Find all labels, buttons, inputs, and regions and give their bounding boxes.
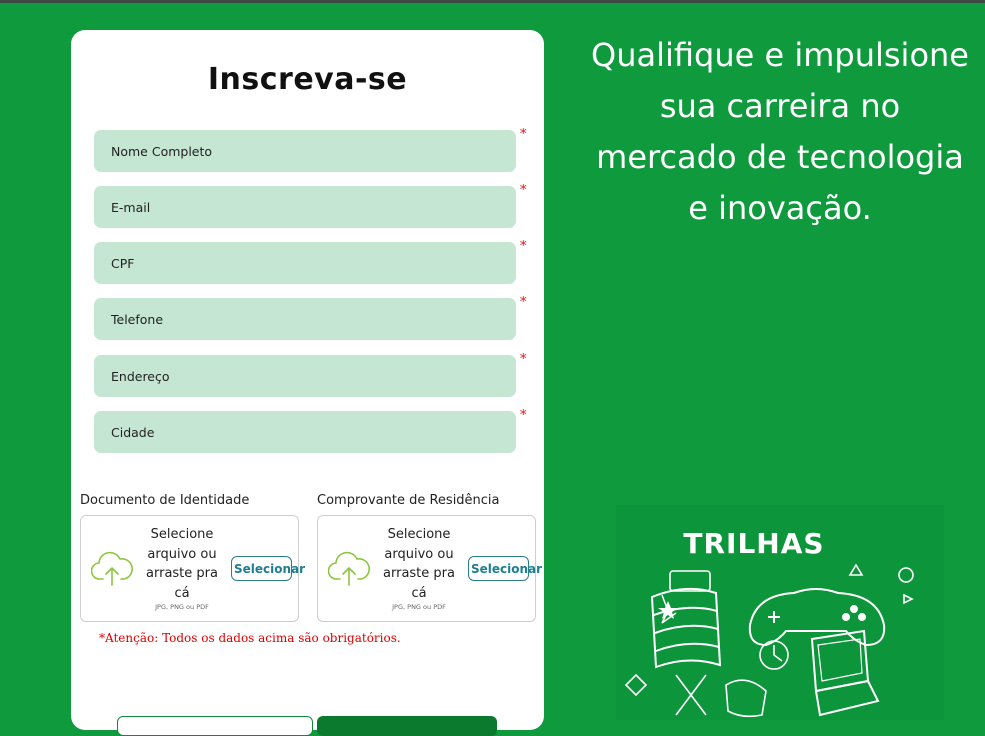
secondary-button[interactable] — [117, 716, 313, 736]
city-field[interactable]: Cidade — [94, 411, 516, 453]
id-document-dropzone[interactable]: Selecione arquivo ou arraste pra cá JPG,… — [80, 515, 305, 622]
file-types-hint: JPG, PNG ou PDF — [392, 603, 446, 611]
required-mark: * — [520, 295, 527, 310]
residence-proof-label: Comprovante de Residência — [317, 493, 500, 508]
full-name-field[interactable]: Nome Completo — [94, 130, 516, 172]
cloud-upload-icon — [91, 551, 133, 586]
piaui-flag-icon — [650, 587, 722, 669]
email-field[interactable]: E-mail — [94, 186, 516, 228]
id-document-label: Documento de Identidade — [80, 493, 250, 508]
submit-button[interactable] — [317, 716, 497, 736]
file-types-hint: JPG, PNG ou PDF — [155, 603, 209, 611]
trilhas-illustration: TRILHAS — [616, 505, 944, 720]
required-mark: * — [520, 408, 527, 423]
address-field[interactable]: Endereço — [94, 355, 516, 397]
required-mark: * — [520, 239, 527, 254]
phone-field[interactable]: Telefone — [94, 298, 516, 340]
hero-headline: Qualifique e impulsione sua carreira no … — [591, 36, 969, 227]
cpf-field[interactable]: CPF — [94, 242, 516, 284]
required-mark: * — [520, 127, 527, 142]
brand-wordmark: TRILHAS — [683, 527, 824, 560]
dropzone-prompt: Selecione arquivo ou arraste pra cá — [383, 527, 455, 601]
window-top-border — [0, 0, 985, 3]
dropzone-prompt: Selecione arquivo ou arraste pra cá — [146, 527, 218, 601]
cloud-upload-icon — [328, 551, 370, 586]
select-file-button[interactable]: Selecionar — [468, 556, 542, 581]
form-title: Inscreva-se — [207, 62, 408, 97]
required-mark: * — [520, 183, 527, 198]
residence-proof-dropzone[interactable]: Selecione arquivo ou arraste pra cá JPG,… — [317, 515, 542, 622]
select-file-button[interactable]: Selecionar — [231, 556, 305, 581]
required-mark: * — [520, 352, 527, 367]
required-fields-warning: *Atenção: Todos os dados acima são obrig… — [99, 631, 401, 645]
